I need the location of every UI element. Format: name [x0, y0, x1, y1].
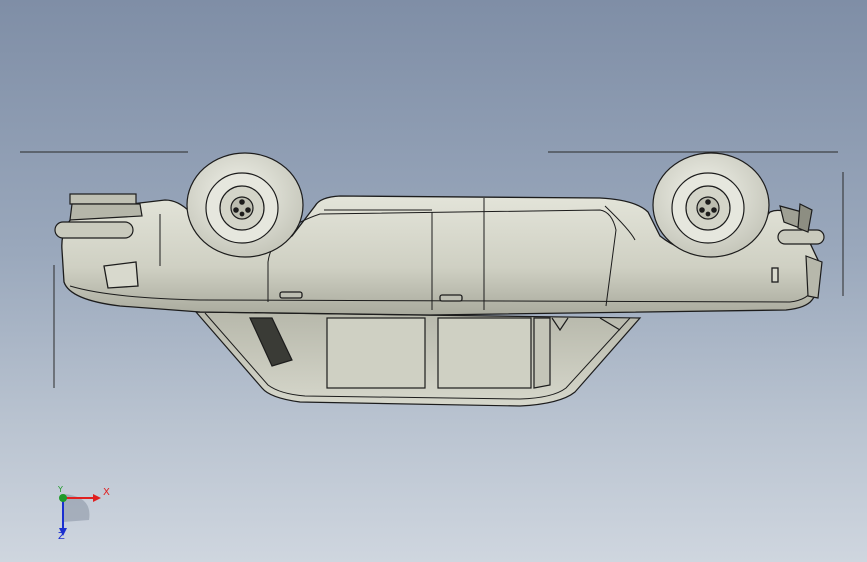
cabin-window-right — [437, 317, 532, 389]
cabin — [194, 311, 642, 407]
axis-y-label: Y — [58, 485, 63, 494]
door-handle-front — [279, 291, 303, 299]
graphics-viewport[interactable]: X Y Z — [0, 0, 867, 562]
car-model[interactable] — [0, 0, 867, 562]
axis-x-label: X — [103, 487, 110, 498]
front-plate — [103, 261, 139, 289]
axis-z-label: Z — [58, 531, 65, 542]
door-handle-rear — [439, 294, 463, 302]
rear-wheel — [652, 152, 770, 258]
front-bumper — [54, 193, 143, 239]
axis-triad: X Y Z — [45, 480, 120, 550]
front-wheel — [186, 152, 304, 258]
cabin-window-left — [326, 317, 426, 389]
rear-marker — [771, 267, 779, 283]
